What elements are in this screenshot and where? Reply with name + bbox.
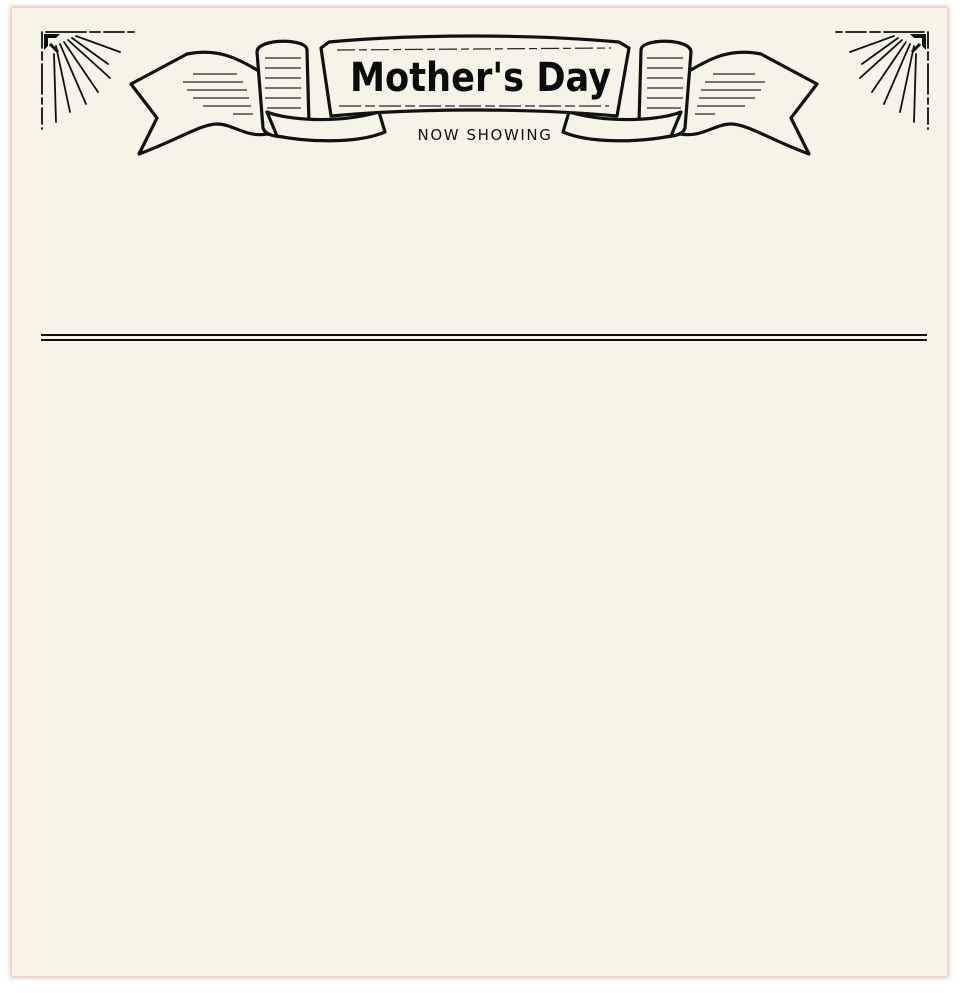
rule-line-top	[41, 334, 927, 336]
rule-line-bottom	[41, 339, 927, 341]
double-rule-divider	[41, 333, 927, 342]
page-title: Mother's Day	[350, 55, 612, 101]
page-subtitle: NOW SHOWING	[417, 126, 553, 144]
